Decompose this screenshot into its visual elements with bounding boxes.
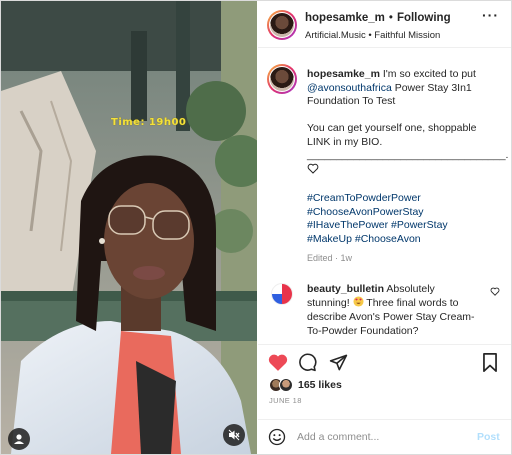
smiley-emoji-icon[interactable]	[268, 428, 286, 446]
comment-text-1: Absolutely	[386, 283, 435, 295]
post-header: hopesamke_m • Following Artificial.Music •…	[258, 1, 511, 48]
save-bookmark-icon[interactable]	[482, 353, 498, 372]
comment-item: beauty_bulletin Absolutely stunning! Thr…	[307, 282, 487, 338]
following-button[interactable]: Following	[397, 12, 451, 24]
caption-text-5: LINK in my BIO.	[307, 135, 383, 148]
user-icon	[14, 434, 24, 444]
comment-bubble-icon[interactable]	[298, 353, 317, 372]
white-heart-icon	[307, 163, 319, 174]
commenter-username[interactable]: beauty_bulletin	[307, 283, 384, 295]
comment-text-2b: Three final words to	[366, 297, 459, 309]
post-comment-button[interactable]: Post	[477, 431, 500, 443]
caption-author-avatar[interactable]	[267, 64, 297, 94]
caption-text-3: Foundation To Test	[307, 95, 396, 107]
caption-text-4: You can get yourself one, shoppable	[307, 122, 477, 134]
caption-username[interactable]: hopesamke_m	[307, 68, 380, 80]
author-username[interactable]: hopesamke_m	[305, 12, 385, 24]
add-comment-bar: Post	[258, 419, 511, 454]
comment-text-2a: stunning!	[307, 297, 350, 309]
share-paper-plane-icon[interactable]	[329, 353, 348, 372]
liker-avatar	[279, 378, 293, 392]
caption-text-1: I'm so excited to put	[382, 68, 476, 80]
mute-button[interactable]	[223, 424, 245, 446]
post-caption: hopesamke_m I'm so excited to put @avons…	[307, 68, 509, 177]
likes-count[interactable]: 165 likes	[298, 379, 342, 391]
liker-avatars[interactable]	[269, 378, 295, 392]
caption-text-2: Power Stay 3In1	[394, 81, 472, 94]
commenter-avatar[interactable]	[271, 283, 293, 305]
time-overlay-text: Time: 19h00	[111, 117, 187, 128]
more-options-button[interactable]: ···	[482, 7, 499, 23]
hashtag-link[interactable]: #MakeUp #ChooseAvon	[307, 233, 448, 247]
caption-heart-line	[307, 163, 502, 177]
post-media[interactable]: Time: 19h00	[1, 1, 257, 454]
comment-input[interactable]	[297, 429, 467, 445]
hashtag-list: #CreamToPowderPower #ChooseAvonPowerStay…	[307, 192, 448, 246]
hashtag-link[interactable]: #IHaveThePower #PowerStay	[307, 219, 448, 233]
post-actions-bar	[258, 344, 511, 376]
audio-attribution-link[interactable]: Artificial.Music • Faithful Mission	[305, 30, 440, 41]
tagged-users-button[interactable]	[8, 428, 30, 450]
mention-link[interactable]: @avonsouthafrica	[307, 82, 392, 94]
author-line: hopesamke_m • Following	[305, 12, 451, 24]
reel-video-frame	[1, 1, 257, 454]
separator-dot: •	[388, 12, 393, 24]
hashtag-link[interactable]: #CreamToPowderPower	[307, 192, 448, 206]
heart-eyes-emoji-icon	[353, 296, 364, 307]
post-dialog: Time: 19h00 hopesamke_m • Following Artifi…	[0, 0, 512, 455]
caption-text-6: __________________________________.	[307, 149, 509, 161]
edited-timestamp: Edited · 1w	[307, 253, 353, 263]
speaker-muted-icon	[228, 429, 240, 441]
comment-text-4: To-Powder Foundation?	[307, 325, 419, 337]
hashtag-link[interactable]: #ChooseAvonPowerStay	[307, 206, 448, 220]
post-side-panel: hopesamke_m • Following Artificial.Music •…	[258, 1, 511, 454]
comment-text-3: describe Avon's Power Stay Cream-	[307, 311, 475, 323]
post-date[interactable]: JUNE 18	[269, 396, 302, 405]
author-avatar[interactable]	[267, 10, 297, 40]
comment-like-heart-icon[interactable]	[490, 287, 500, 296]
like-heart-icon[interactable]	[268, 353, 288, 372]
